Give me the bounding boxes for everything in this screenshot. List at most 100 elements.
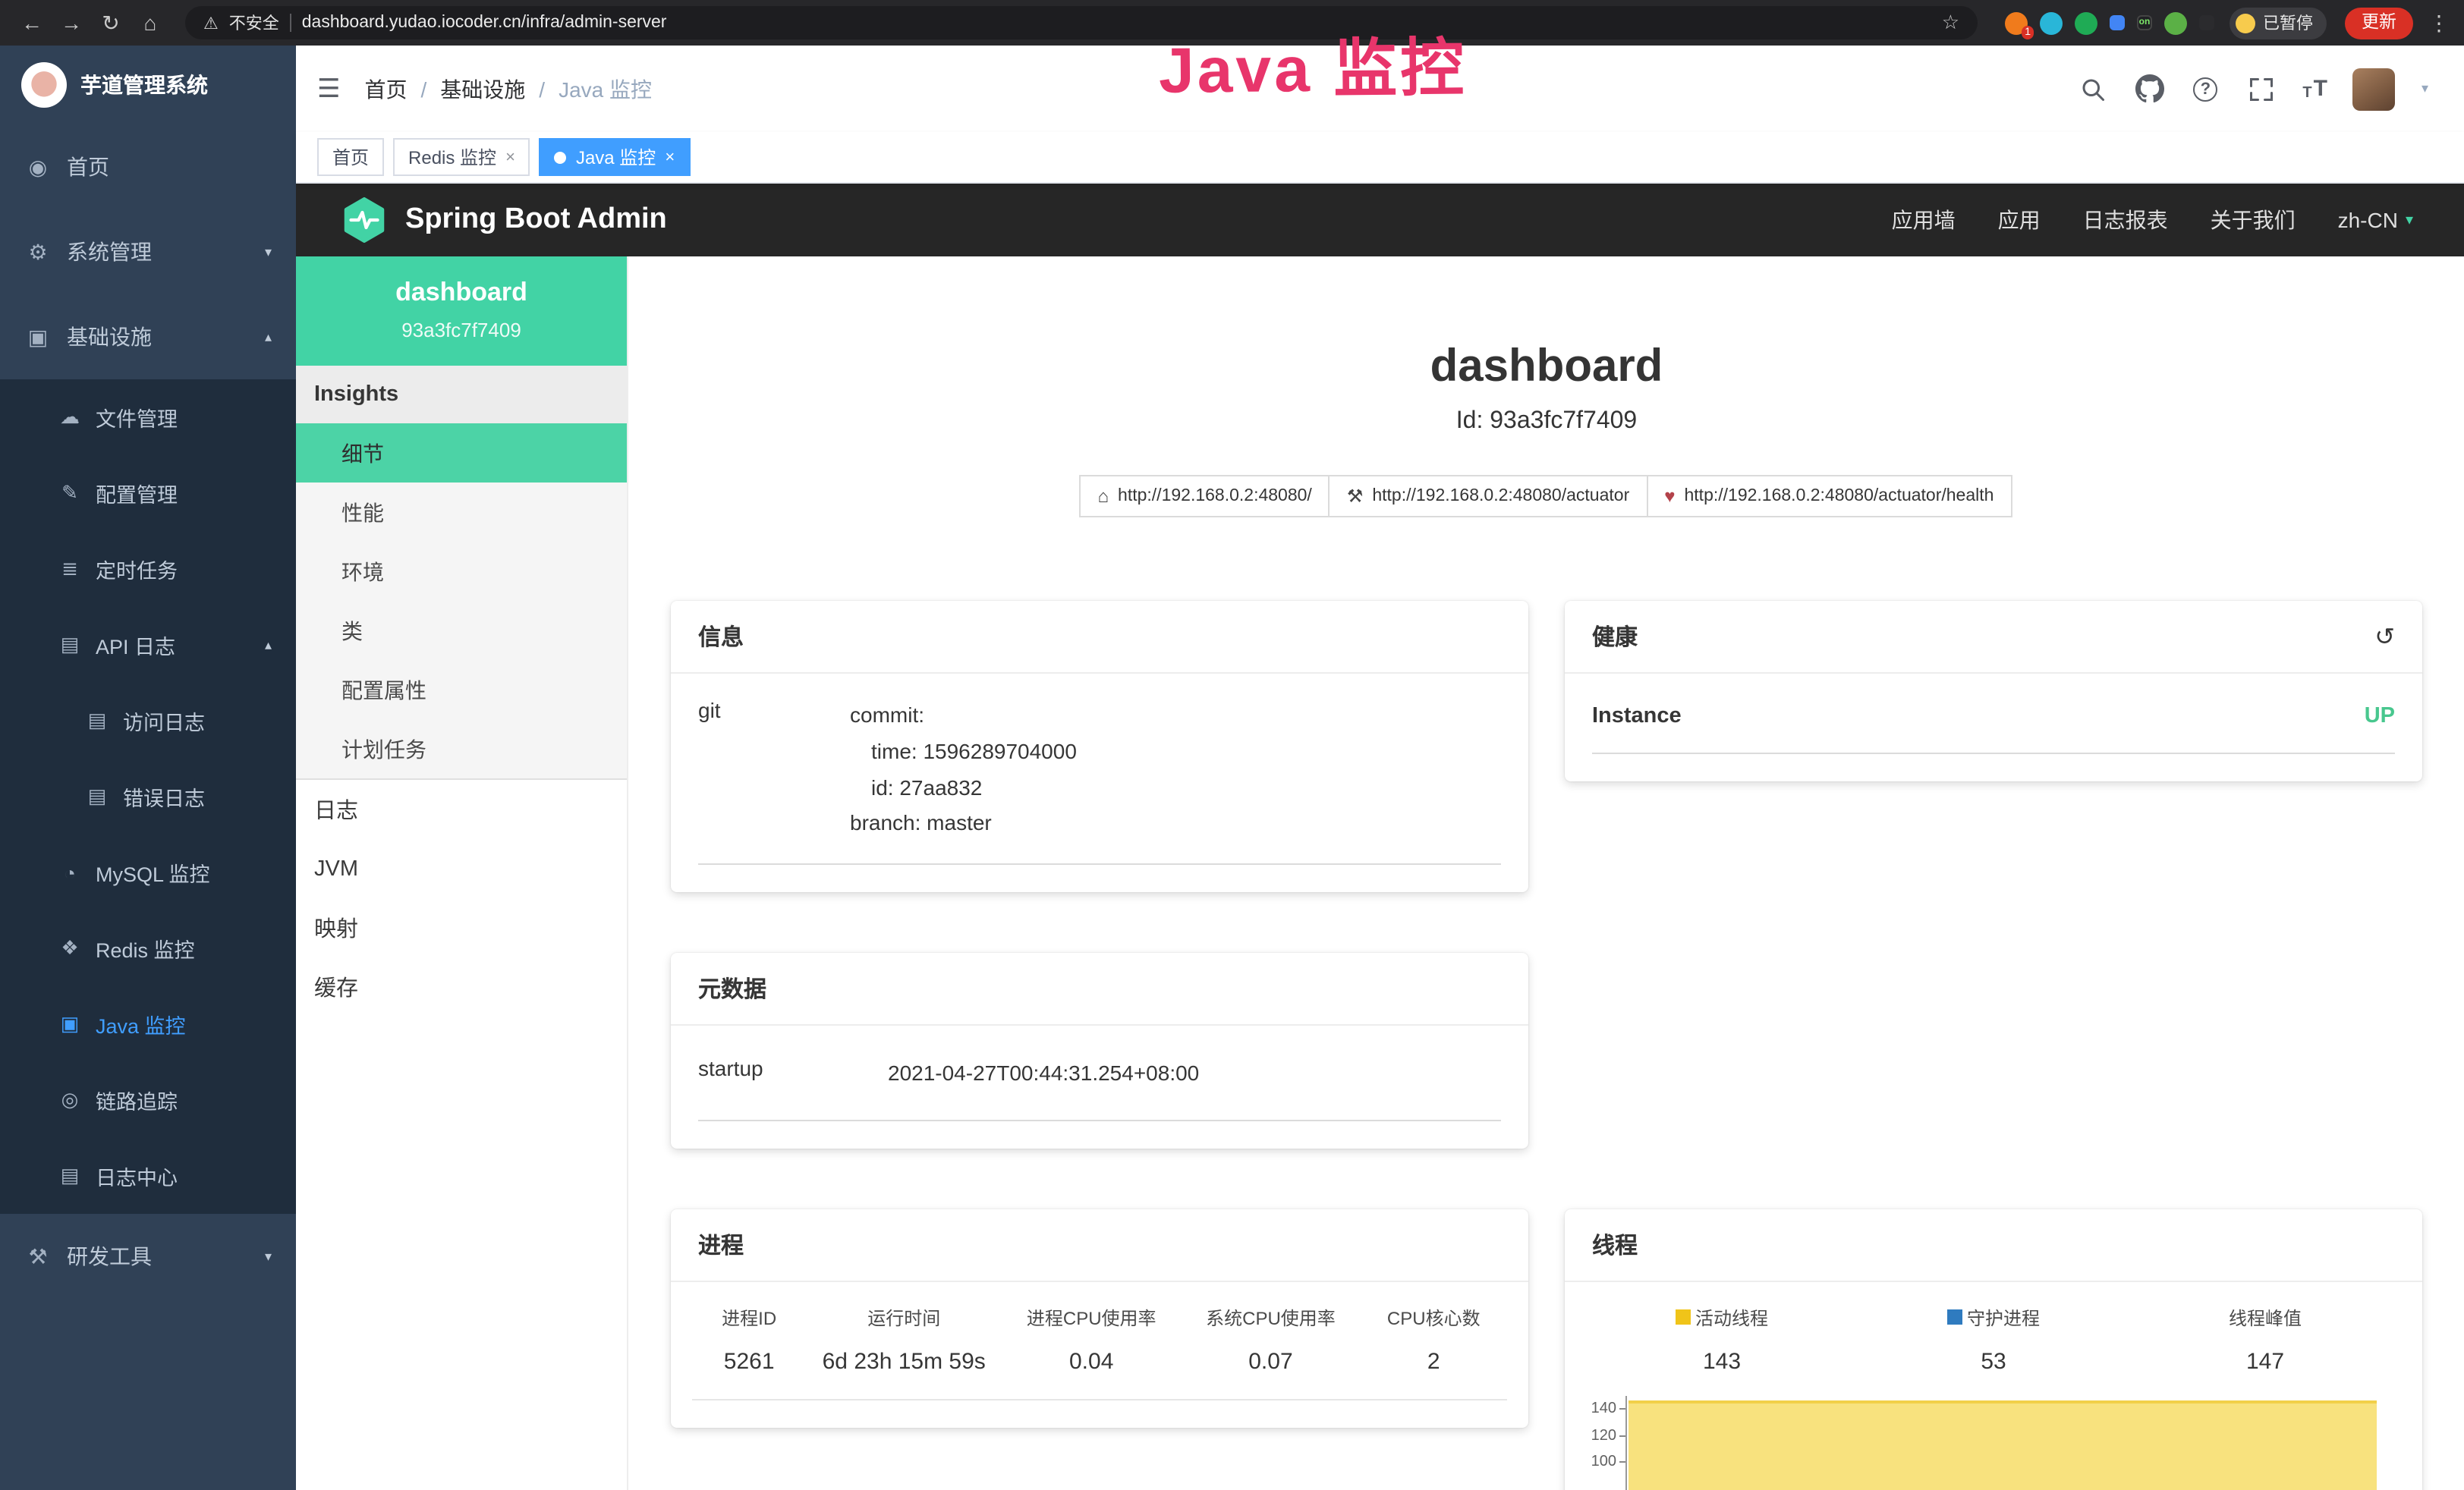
instance-app-name: dashboard: [308, 278, 615, 308]
close-icon[interactable]: ×: [505, 148, 515, 166]
legend-swatch-active: [1676, 1310, 1691, 1325]
address-bar[interactable]: ⚠ 不安全 dashboard.yudao.iocoder.cn/infra/a…: [185, 6, 1978, 39]
extension-icon-leaf[interactable]: [2164, 11, 2187, 34]
chevron-up-icon: ▴: [265, 637, 272, 653]
sidebar-item-dev-tools[interactable]: ⚒ 研发工具 ▾: [0, 1214, 296, 1299]
infrastructure-submenu: ☁ 文件管理 ✎ 配置管理 ≣ 定时任务 ▤ API 日志 ▴ ▤: [0, 379, 296, 1214]
instance-nav-details[interactable]: 细节: [296, 423, 627, 483]
sidebar-item-link-tracing[interactable]: ◎ 链路追踪: [0, 1062, 296, 1138]
sidebar-item-error-logs[interactable]: ▤ 错误日志: [0, 759, 296, 835]
close-icon[interactable]: ×: [665, 148, 675, 166]
process-col-value: 5261: [692, 1349, 806, 1375]
back-icon[interactable]: ←: [15, 6, 49, 39]
sidebar-item-file-management[interactable]: ☁ 文件管理: [0, 379, 296, 455]
sidebar-item-config-management[interactable]: ✎ 配置管理: [0, 455, 296, 531]
breadcrumb-infrastructure[interactable]: 基础设施: [440, 74, 525, 104]
layers-icon: ❖: [58, 936, 82, 960]
threads-chart-plot: [1625, 1396, 2398, 1490]
profile-face-icon: [2236, 13, 2255, 33]
gauge-icon: ◔: [58, 861, 82, 884]
tab-redis-monitor[interactable]: Redis 监控 ×: [393, 138, 530, 176]
hamburger-icon[interactable]: ☰: [317, 74, 341, 104]
browser-update-button[interactable]: 更新: [2345, 7, 2413, 39]
extension-icon-green-circle[interactable]: [2075, 11, 2097, 34]
instance-header[interactable]: dashboard 93a3fc7f7409: [296, 256, 627, 366]
extension-icon-puzzle[interactable]: [2199, 15, 2214, 30]
instance-nav-logs[interactable]: 日志: [296, 780, 627, 839]
profile-paused-badge[interactable]: 已暂停: [2230, 7, 2327, 39]
instance-nav-classes[interactable]: 类: [296, 601, 627, 660]
process-col-header: 系统CPU使用率: [1181, 1305, 1360, 1331]
instance-nav-mappings[interactable]: 映射: [296, 898, 627, 957]
forward-icon[interactable]: →: [55, 6, 88, 39]
reload-icon[interactable]: ↻: [94, 6, 127, 39]
instance-nav-caches[interactable]: 缓存: [296, 957, 627, 1017]
sidebar-item-label: 研发工具: [67, 1241, 152, 1272]
git-time-line: time: 1596289704000: [850, 734, 1501, 771]
tab-home[interactable]: 首页: [317, 138, 384, 176]
extension-icon-orange[interactable]: 1: [2005, 11, 2028, 34]
browser-menu-icon[interactable]: ⋮: [2428, 10, 2450, 36]
edit-icon: ✎: [58, 481, 82, 505]
url-text[interactable]: dashboard.yudao.iocoder.cn/infra/admin-s…: [302, 14, 1931, 32]
actuator-url-link[interactable]: ⚒ http://192.168.0.2:48080/actuator: [1329, 475, 1647, 517]
breadcrumb-current: Java 监控: [559, 74, 652, 104]
health-instance-row[interactable]: Instance UP: [1592, 674, 2395, 754]
info-git-row: git commit: time: 1596289704000 id: 27aa…: [698, 674, 1501, 865]
extension-icon-drop[interactable]: [2040, 11, 2063, 34]
screen: ← → ↻ ⌂ ⚠ 不安全 dashboard.yudao.iocoder.cn…: [0, 0, 2464, 1490]
font-size-icon[interactable]: TT: [2302, 76, 2327, 102]
tab-label: Java 监控: [576, 144, 656, 170]
sba-logo-icon: [341, 197, 387, 243]
git-id-line: id: 27aa832: [850, 770, 1501, 806]
sidebar-item-log-center[interactable]: ▤ 日志中心: [0, 1138, 296, 1214]
threads-chart: 140 120 100: [1577, 1396, 2398, 1490]
app-logo-header[interactable]: 芋道管理系统: [0, 46, 296, 124]
instance-nav-scheduled-tasks[interactable]: 计划任务: [296, 719, 627, 778]
app-logo: [21, 62, 67, 108]
sba-nav-about[interactable]: 关于我们: [2211, 205, 2296, 235]
help-icon[interactable]: ?: [2190, 74, 2220, 104]
caret-down-icon[interactable]: ▾: [2422, 80, 2428, 97]
instance-nav-jvm[interactable]: JVM: [296, 839, 627, 898]
sba-nav-wallboard[interactable]: 应用墙: [1892, 205, 1956, 235]
sidebar-item-api-logs[interactable]: ▤ API 日志 ▴: [0, 607, 296, 683]
instance-id-subtitle: Id: 93a3fc7f7409: [671, 408, 2422, 435]
user-avatar[interactable]: [2353, 68, 2396, 110]
y-tick-label: 140: [1591, 1400, 1616, 1417]
chevron-up-icon: ▴: [265, 328, 272, 345]
health-url-link[interactable]: ♥ http://192.168.0.2:48080/actuator/heal…: [1646, 475, 2012, 517]
sba-locale-select[interactable]: zh-CN ▾: [2338, 208, 2413, 232]
extension-icon-blue-grid[interactable]: [2110, 15, 2125, 30]
sba-brand-title[interactable]: Spring Boot Admin: [405, 203, 667, 237]
sidebar-item-scheduled-tasks[interactable]: ≣ 定时任务: [0, 531, 296, 607]
instance-nav-metrics[interactable]: 性能: [296, 483, 627, 542]
card-title: 健康: [1592, 621, 1638, 652]
sidebar-item-access-logs[interactable]: ▤ 访问日志: [0, 683, 296, 759]
instance-nav-environment[interactable]: 环境: [296, 542, 627, 601]
sidebar-item-mysql-monitor[interactable]: ◔ MySQL 监控: [0, 835, 296, 910]
instance-links: ⌂ http://192.168.0.2:48080/ ⚒ http://192…: [671, 475, 2422, 517]
history-icon[interactable]: ↺: [2374, 621, 2395, 652]
extension-icon-vpn[interactable]: on: [2137, 15, 2152, 30]
sba-nav-journal[interactable]: 日志报表: [2083, 205, 2168, 235]
sidebar-item-system-management[interactable]: ⚙ 系统管理 ▾: [0, 209, 296, 294]
extensions-row: 1 on: [2005, 11, 2214, 34]
sidebar-item-infrastructure[interactable]: ▣ 基础设施 ▴: [0, 294, 296, 379]
breadcrumb-home[interactable]: 首页: [365, 74, 408, 104]
sidebar-item-java-monitor[interactable]: ▣ Java 监控: [0, 986, 296, 1062]
sidebar-item-redis-monitor[interactable]: ❖ Redis 监控: [0, 910, 296, 986]
service-url-link[interactable]: ⌂ http://192.168.0.2:48080/: [1080, 475, 1330, 517]
github-icon[interactable]: [2134, 74, 2164, 104]
sba-nav-applications[interactable]: 应用: [1998, 205, 2041, 235]
threads-legend: 活动线程 143 守护进程 53 线程峰值 147: [1586, 1282, 2401, 1381]
sidebar-item-home[interactable]: ◉ 首页: [0, 124, 296, 209]
monitor-icon: ▣: [58, 1012, 82, 1036]
instance-nav-config-props[interactable]: 配置属性: [296, 660, 627, 719]
search-icon[interactable]: [2078, 74, 2108, 104]
fullscreen-icon[interactable]: [2246, 74, 2277, 104]
bookmark-star-icon[interactable]: ☆: [1942, 11, 1959, 35]
tab-java-monitor[interactable]: Java 监控 ×: [540, 138, 690, 176]
home-icon[interactable]: ⌂: [134, 6, 167, 39]
metadata-startup-row: startup 2021-04-27T00:44:31.254+08:00: [698, 1026, 1501, 1121]
